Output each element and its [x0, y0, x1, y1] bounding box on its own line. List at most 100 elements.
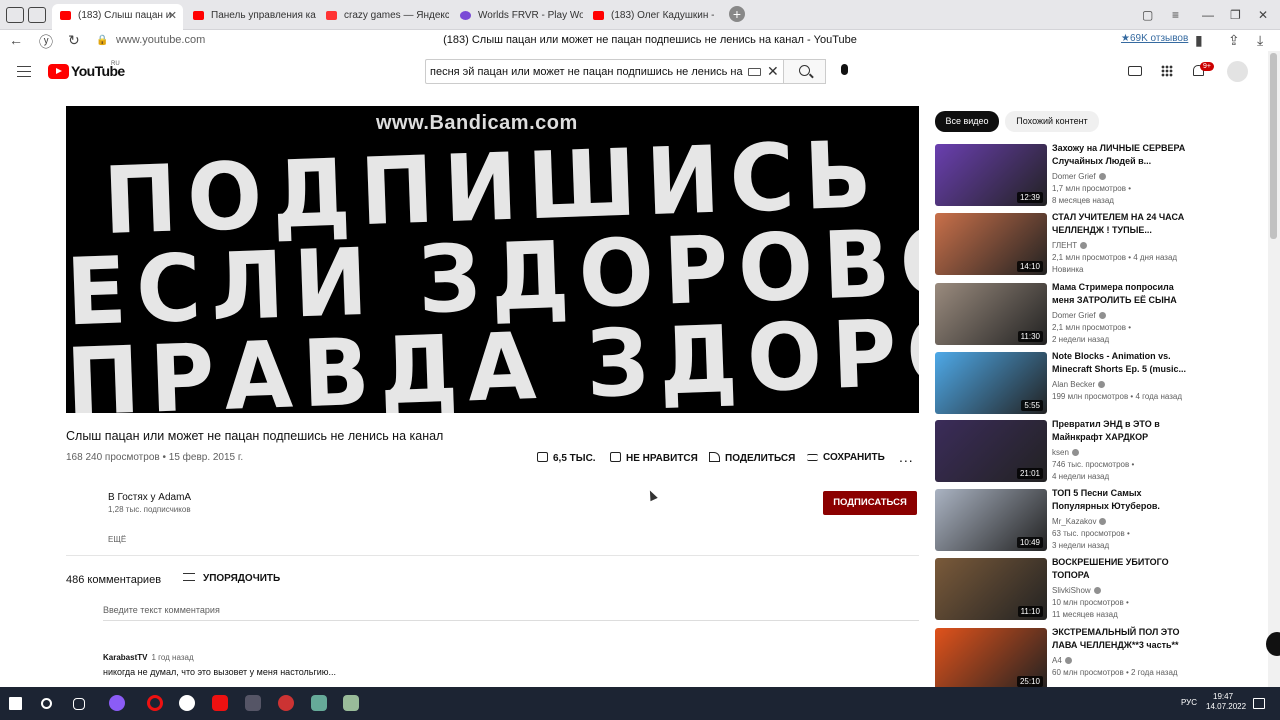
keyboard-icon[interactable]: [748, 68, 761, 76]
app-icon[interactable]: [311, 695, 327, 711]
channel-label[interactable]: ksen: [1052, 448, 1069, 457]
recommendation-title[interactable]: ЭКСТРЕМАЛЬНЫЙ ПОЛ ЭТО ЛАВА ЧЕЛЛЕНДЖ**3 ч…: [1052, 626, 1192, 651]
video-thumbnail[interactable]: 10:49: [935, 489, 1047, 551]
account-avatar[interactable]: [1227, 61, 1248, 82]
recommendation-title[interactable]: Захожу на ЛИЧНЫЕ СЕРВЕРА Случайных Людей…: [1052, 142, 1192, 167]
alice-icon[interactable]: [109, 695, 125, 711]
share-page-icon[interactable]: ⇪: [1228, 32, 1240, 49]
youtube-logo-icon[interactable]: [48, 64, 69, 79]
bookmark-icon[interactable]: ▮: [1195, 32, 1203, 49]
recommendation-item[interactable]: 14:10 СТАЛ УЧИТЕЛЕМ НА 24 ЧАСА ЧЕЛЛЕНДЖ !…: [935, 211, 1265, 275]
close-window-icon[interactable]: ✕: [1258, 8, 1268, 22]
recommendation-title[interactable]: Мама Стримера попросила меня ЗАТРОЛИТЬ Е…: [1052, 281, 1192, 306]
recommendation-title[interactable]: Note Blocks - Animation vs. Minecraft Sh…: [1052, 350, 1192, 375]
channel-label[interactable]: Domer Grief: [1052, 172, 1096, 181]
app-icon[interactable]: [245, 695, 261, 711]
sort-comments-button[interactable]: УПОРЯДОЧИТЬ: [183, 573, 280, 584]
channel-label[interactable]: SlivkiShow: [1052, 586, 1091, 595]
search-button[interactable]: [784, 59, 826, 84]
share-button[interactable]: ПОДЕЛИТЬСЯ: [709, 452, 795, 466]
chip-related-content[interactable]: Похожий контент: [1005, 111, 1099, 132]
channel-name[interactable]: В Гостях у AdamA: [108, 492, 191, 503]
tray-language[interactable]: РУС: [1181, 698, 1197, 707]
search-input[interactable]: песня эй пацан или может не пацан подпиш…: [425, 59, 784, 84]
video-thumbnail[interactable]: 25:10: [935, 628, 1047, 690]
menu-icon[interactable]: [17, 66, 31, 77]
recommendation-channel[interactable]: Mr_Kazakov: [1052, 517, 1107, 526]
recommendation-channel[interactable]: ГЛЕНТ: [1052, 241, 1088, 250]
minimize-icon[interactable]: —: [1202, 8, 1214, 22]
new-tab-icon[interactable]: +: [729, 6, 745, 22]
browser-tab-3[interactable]: Worlds FRVR - Play Worlds: [452, 4, 583, 27]
recommendation-item[interactable]: 5:55 Note Blocks - Animation vs. Minecraf…: [935, 350, 1265, 414]
browser-home-icon[interactable]: [6, 7, 24, 23]
close-tab-icon[interactable]: ✕: [168, 9, 177, 22]
microphone-icon[interactable]: [841, 64, 848, 75]
create-video-icon[interactable]: [1128, 66, 1142, 76]
task-view-icon[interactable]: [73, 698, 85, 710]
yandex-browser-icon[interactable]: [179, 695, 195, 711]
recommendation-channel[interactable]: Alan Becker: [1052, 380, 1106, 389]
channel-label[interactable]: Alan Becker: [1052, 380, 1095, 389]
video-thumbnail[interactable]: 11:10: [935, 558, 1047, 620]
collections-icon[interactable]: ▢: [1142, 8, 1153, 22]
recommendation-item[interactable]: 10:49 ТОП 5 Песни Самых Популярных Ютубер…: [935, 487, 1265, 551]
recommendation-item[interactable]: 11:10 ВОСКРЕШЕНИЕ УБИТОГО ТОПОРА SlivkiSho…: [935, 556, 1265, 620]
app-icon[interactable]: [278, 695, 294, 711]
reviews-link[interactable]: ★69K отзывов: [1121, 33, 1188, 44]
app-icon[interactable]: [343, 695, 359, 711]
channel-label[interactable]: A4: [1052, 656, 1062, 665]
recommendation-channel[interactable]: SlivkiShow: [1052, 586, 1101, 595]
recommendation-item[interactable]: 11:30 Мама Стримера попросила меня ЗАТРОЛ…: [935, 281, 1265, 345]
channel-label[interactable]: Mr_Kazakov: [1052, 517, 1096, 526]
search-value[interactable]: песня эй пацан или может не пацан подпиш…: [430, 66, 745, 78]
notifications-center-icon[interactable]: [1253, 698, 1265, 709]
recommendation-title[interactable]: СТАЛ УЧИТЕЛЕМ НА 24 ЧАСА ЧЕЛЛЕНДЖ ! ТУПЫ…: [1052, 211, 1192, 236]
browser-tab-2[interactable]: crazy games — Яндекс: на: [318, 4, 449, 27]
subscribe-button[interactable]: ПОДПИСАТЬСЯ: [823, 491, 917, 515]
chip-all-videos[interactable]: Все видео: [935, 111, 999, 132]
browser-tab-0[interactable]: (183) Слыш пацан и ✕: [52, 4, 183, 30]
extensions-icon[interactable]: ≡: [1172, 8, 1179, 22]
windows-start-icon[interactable]: [9, 697, 22, 710]
comment-author[interactable]: KarabastTV 1 год назад: [103, 653, 194, 662]
video-thumbnail[interactable]: 12:39: [935, 144, 1047, 206]
apps-grid-icon[interactable]: [1161, 65, 1173, 77]
like-button[interactable]: 6,5 ТЫС.: [537, 452, 596, 466]
recommendation-channel[interactable]: A4: [1052, 656, 1072, 665]
browser-tab-4[interactable]: (183) Олег Кадушкин - Yo: [585, 4, 716, 27]
show-more-link[interactable]: ЕЩЁ: [108, 535, 126, 544]
maximize-icon[interactable]: ❐: [1230, 8, 1241, 22]
comment-author-name[interactable]: KarabastTV: [103, 653, 147, 662]
dislike-button[interactable]: НЕ НРАВИТСЯ: [610, 452, 698, 466]
video-thumbnail[interactable]: 14:10: [935, 213, 1047, 275]
scrollbar-thumb[interactable]: [1270, 53, 1277, 239]
save-button[interactable]: СОХРАНИТЬ: [807, 452, 885, 466]
comment-input[interactable]: Введите текст комментария: [103, 605, 919, 621]
page-scrollbar[interactable]: [1268, 51, 1280, 687]
recommendation-title[interactable]: ТОП 5 Песни Самых Популярных Ютуберов.: [1052, 487, 1192, 512]
recommendation-channel[interactable]: ksen: [1052, 448, 1079, 457]
opera-icon[interactable]: [147, 695, 163, 711]
recommendation-title[interactable]: ВОСКРЕШЕНИЕ УБИТОГО ТОПОРА: [1052, 556, 1192, 581]
browser-tab-1[interactable]: Панель управления канал: [185, 4, 316, 27]
recommendation-item[interactable]: 12:39 Захожу на ЛИЧНЫЕ СЕРВЕРА Случайных …: [935, 142, 1265, 206]
clear-search-icon[interactable]: ✕: [767, 63, 779, 80]
channel-label[interactable]: ГЛЕНТ: [1052, 241, 1077, 250]
browser-tabs-icon[interactable]: [28, 7, 46, 23]
recommendation-channel[interactable]: Domer Grief: [1052, 311, 1106, 320]
recommendation-item[interactable]: 25:10 ЭКСТРЕМАЛЬНЫЙ ПОЛ ЭТО ЛАВА ЧЕЛЛЕНДЖ…: [935, 626, 1265, 690]
tray-time[interactable]: 19:47: [1213, 692, 1233, 702]
tray-date[interactable]: 14.07.2022: [1206, 702, 1246, 711]
recommendation-title[interactable]: Превратил ЭНД в ЭТО в Майнкрафт ХАРДКОР: [1052, 418, 1192, 443]
video-thumbnail[interactable]: 5:55: [935, 352, 1047, 414]
video-thumbnail[interactable]: 11:30: [935, 283, 1047, 345]
download-icon[interactable]: ⤓: [1257, 32, 1263, 49]
video-thumbnail[interactable]: 21:01: [935, 420, 1047, 482]
video-player[interactable]: www.Bandicam.com ПОДПИШИСЬ ЕСЛИ ЗДОРОВО …: [66, 106, 919, 413]
channel-label[interactable]: Domer Grief: [1052, 311, 1096, 320]
search-taskbar-icon[interactable]: [41, 698, 52, 709]
yandex-icon[interactable]: [212, 695, 228, 711]
recommendation-item[interactable]: 21:01 Превратил ЭНД в ЭТО в Майнкрафт ХАР…: [935, 418, 1265, 482]
more-actions-icon[interactable]: ...: [899, 449, 914, 465]
